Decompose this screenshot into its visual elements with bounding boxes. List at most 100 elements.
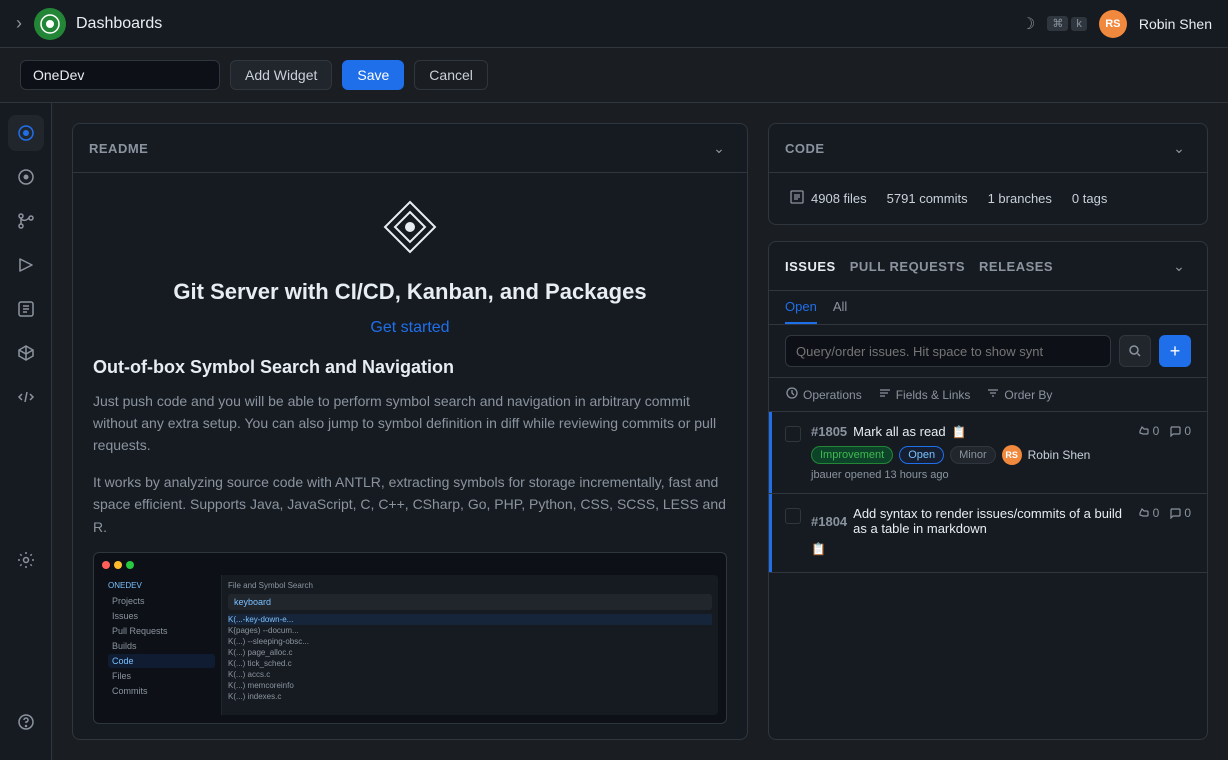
issue-badges-1805: Improvement Open Minor RS Robin Shen	[811, 445, 1128, 465]
window-close-dot	[102, 561, 110, 569]
sidebar-item-settings[interactable]	[8, 542, 44, 578]
issues-panel-chevron[interactable]: ⌄	[1167, 254, 1191, 278]
stat-item-files: 4908 files	[789, 189, 867, 208]
issue-title-row-1804: #1804 Add syntax to render issues/commit…	[811, 506, 1128, 536]
sc-main: File and Symbol Search keyboard K(...-ke…	[222, 575, 718, 715]
readme-panel-header: README ⌄	[73, 124, 747, 173]
sc-file-item: K(...) memcoreinfo	[228, 680, 712, 691]
readme-main-title: Git Server with CI/CD, Kanban, and Packa…	[93, 278, 727, 307]
issue-item-1804: #1804 Add syntax to render issues/commit…	[769, 494, 1207, 573]
code-panel-header: CODE ⌄	[769, 124, 1207, 173]
files-count: 4908 files	[811, 191, 867, 206]
dashboard-name-input[interactable]	[20, 60, 220, 90]
orderby-icon	[986, 386, 1000, 403]
save-button[interactable]: Save	[342, 60, 404, 90]
reaction-count-thumbsup-1804: 0	[1153, 506, 1160, 520]
nav-logo	[34, 8, 66, 40]
theme-toggle-icon[interactable]: ☽	[1021, 14, 1035, 34]
filter-orderby-label: Order By	[1004, 388, 1052, 402]
sc-file-item: K(...) page_alloc.c	[228, 647, 712, 658]
code-panel-chevron[interactable]: ⌄	[1167, 136, 1191, 160]
sidebar-item-dashboard[interactable]	[8, 115, 44, 151]
sc-nav-files: Files	[108, 669, 215, 683]
sidebar-item-code[interactable]	[8, 379, 44, 415]
nav-toggle-icon[interactable]: ›	[16, 13, 22, 34]
issue-assignee-1805: RS	[1002, 445, 1022, 465]
tab-pull-requests[interactable]: PULL REQUESTS	[850, 259, 965, 274]
issue-checkbox-1805[interactable]	[785, 426, 801, 442]
sc-nav-builds: Builds	[108, 639, 215, 653]
subtab-open[interactable]: Open	[785, 299, 817, 324]
badge-improvement-1805[interactable]: Improvement	[811, 446, 893, 464]
readme-section-title: Out-of-box Symbol Search and Navigation	[93, 357, 727, 378]
issue-checkbox-1804[interactable]	[785, 508, 801, 524]
sc-file-item: K{pages) --docum...	[228, 625, 712, 636]
reaction-count-comment-1805: 0	[1184, 424, 1191, 438]
readme-logo	[93, 197, 727, 262]
files-icon	[789, 189, 805, 208]
issue-number-1805: #1805	[811, 424, 847, 439]
issues-add-button[interactable]: +	[1159, 335, 1191, 367]
sc-nav-commits: Commits	[108, 684, 215, 698]
cancel-button[interactable]: Cancel	[414, 60, 488, 90]
issue-title-1804[interactable]: Add syntax to render issues/commits of a…	[853, 506, 1127, 536]
issues-search-button[interactable]	[1119, 335, 1151, 367]
sidebar-item-builds[interactable]	[8, 247, 44, 283]
sc-file-item: K(...) indexes.c	[228, 691, 712, 702]
readme-paragraph1: Just push code and you will be able to p…	[93, 390, 727, 457]
filter-order-by[interactable]: Order By	[986, 386, 1052, 403]
tab-issues[interactable]: ISSUES	[785, 259, 836, 274]
nav-right: ☽ ⌘ k RS Robin Shen	[1021, 10, 1212, 38]
issue-badges-1804: 📋	[811, 542, 1128, 556]
issues-tabs: ISSUES PULL REQUESTS RELEASES	[785, 259, 1053, 274]
readme-panel-body: Git Server with CI/CD, Kanban, and Packa…	[73, 173, 747, 739]
add-widget-button[interactable]: Add Widget	[230, 60, 332, 90]
filter-operations[interactable]: Operations	[785, 386, 862, 403]
sidebar-item-pullrequests[interactable]	[8, 203, 44, 239]
sidebar-item-packages[interactable]	[8, 291, 44, 327]
issues-search-input[interactable]	[785, 335, 1111, 367]
branches-count: 1 branches	[988, 191, 1052, 206]
reaction-comment-1805[interactable]: 0	[1169, 424, 1191, 438]
issue-priority-bar	[769, 412, 772, 493]
page-title: Dashboards	[76, 15, 1021, 33]
reaction-comment-1804[interactable]: 0	[1169, 506, 1191, 520]
issue-title-1805[interactable]: Mark all as read	[853, 424, 945, 439]
subtab-all[interactable]: All	[833, 299, 847, 324]
sc-file-list: K(...-key-down-e... K{pages) --docum... …	[228, 614, 712, 702]
badge-minor-1805[interactable]: Minor	[950, 446, 996, 464]
reaction-thumbsup-1805[interactable]: 0	[1138, 424, 1160, 438]
filter-operations-label: Operations	[803, 388, 862, 402]
issue-title-row-1805: #1805 Mark all as read 📋	[811, 424, 1128, 439]
right-column: CODE ⌄ 4908 files 5791 co	[768, 123, 1208, 740]
filter-fields-links[interactable]: Fields & Links	[878, 386, 971, 403]
issue-copy-icon-1804[interactable]: 📋	[811, 542, 826, 556]
sc-nav-code: Code	[108, 654, 215, 668]
sc-file-item: K(...) accs.c	[228, 669, 712, 680]
readme-panel-chevron[interactable]: ⌄	[707, 136, 731, 160]
sc-nav-projects: Projects	[108, 594, 215, 608]
badge-open-1805[interactable]: Open	[899, 446, 944, 464]
sidebar-item-issues[interactable]	[8, 159, 44, 195]
issue-right-1804: 0 0	[1138, 506, 1191, 520]
sidebar-item-help[interactable]	[8, 704, 44, 740]
sc-nav-issues: Issues	[108, 609, 215, 623]
window-maximize-dot	[126, 561, 134, 569]
readme-get-started[interactable]: Get started	[93, 319, 727, 337]
tab-releases[interactable]: RELEASES	[979, 259, 1053, 274]
sc-sidebar: ONEDEV Projects Issues Pull Requests Bui…	[102, 575, 222, 715]
window-minimize-dot	[114, 561, 122, 569]
issues-header: ISSUES PULL REQUESTS RELEASES ⌄	[769, 242, 1207, 291]
issues-search-bar: +	[769, 325, 1207, 378]
issue-copy-icon-1805[interactable]: 📋	[952, 425, 967, 439]
issue-opened-label-1805: opened 13 hours ago	[845, 469, 949, 481]
sidebar-item-registry[interactable]	[8, 335, 44, 371]
readme-screenshot: ONEDEV Projects Issues Pull Requests Bui…	[93, 552, 727, 724]
content-area: README ⌄ Git Server with CI/CD, Kanban, …	[52, 103, 1228, 760]
issue-reactions-1804: 0 0	[1138, 506, 1191, 520]
readme-panel-title: README	[89, 141, 148, 156]
reaction-count-thumbsup-1805: 0	[1153, 424, 1160, 438]
issues-subtabs: Open All	[769, 291, 1207, 325]
reaction-thumbsup-1804[interactable]: 0	[1138, 506, 1160, 520]
fields-icon	[878, 386, 892, 403]
